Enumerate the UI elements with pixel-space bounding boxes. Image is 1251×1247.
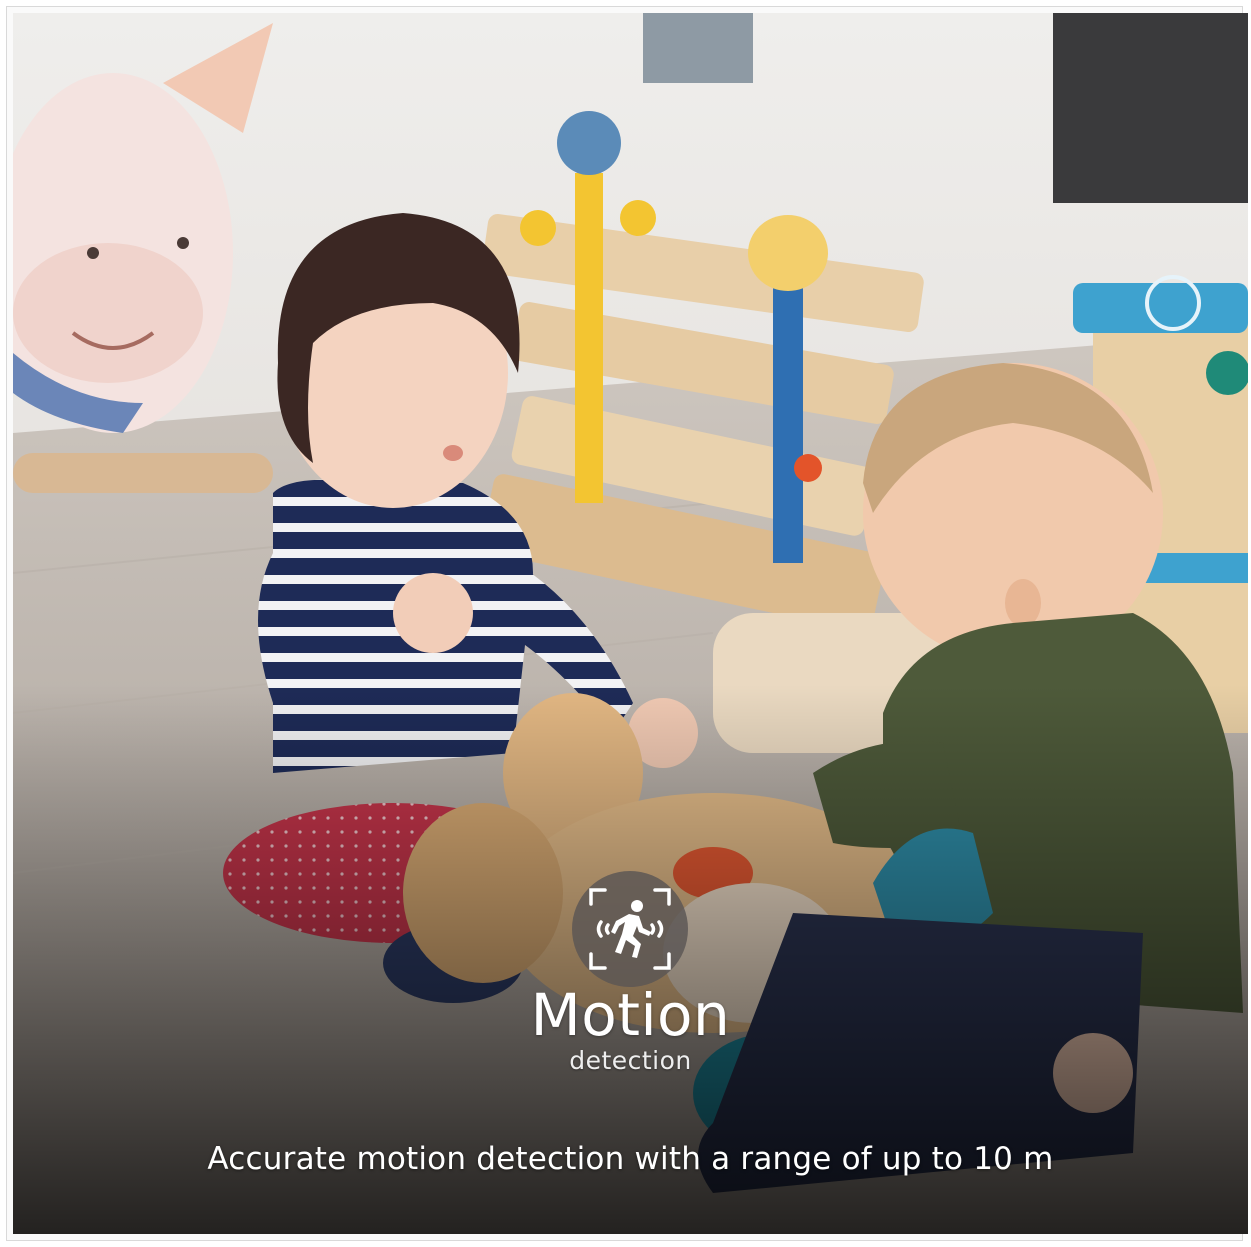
motion-sensor-icon (572, 871, 688, 987)
feature-title: Motion (530, 981, 731, 1049)
feature-subtitle: detection (569, 1046, 692, 1075)
feature-caption: Accurate motion detection with a range o… (207, 1141, 1054, 1177)
product-photo: Motion detection Accurate motion detecti… (13, 13, 1248, 1234)
